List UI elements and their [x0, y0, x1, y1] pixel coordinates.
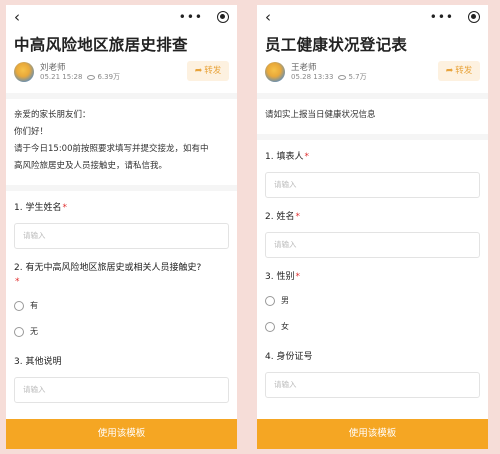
author-info: 王老师 05.28 13:33 5.7万 ➦ 转发 [257, 61, 488, 93]
back-icon[interactable]: ‹ [265, 9, 271, 25]
radio-circle[interactable] [14, 327, 24, 337]
other-notes-input[interactable]: 请输入 [14, 377, 229, 403]
question-label: 1. 填表人 [265, 152, 304, 162]
left-phone: ‹ ••• 中高风险地区旅居史排查 刘老师 05.21 15:28 6.39万 ➦… [6, 5, 237, 449]
close-target-icon[interactable] [217, 11, 229, 23]
name-input[interactable]: 请输入 [265, 232, 480, 258]
view-count: 5.7万 [348, 73, 367, 81]
reporter-input[interactable]: 请输入 [265, 172, 480, 198]
back-icon[interactable]: ‹ [14, 9, 20, 25]
question-other-notes: 3. 其他说明 请输入 [6, 355, 237, 403]
avatar [14, 62, 34, 82]
required-mark: * [304, 152, 309, 162]
right-phone: ‹ ••• 员工健康状况登记表 王老师 05.28 13:33 5.7万 ➦ 转发 … [257, 5, 488, 449]
radio-option-no[interactable]: 无 [6, 319, 237, 345]
question-label: 2. 姓名 [265, 212, 295, 222]
publish-date: 05.21 15:28 [40, 73, 83, 81]
share-label: 转发 [455, 66, 473, 76]
radio-circle[interactable] [265, 296, 275, 306]
required-mark: * [62, 203, 67, 213]
question-label: 1. 学生姓名 [14, 203, 62, 213]
avatar [265, 62, 285, 82]
intro-line: 亲爱的家长朋友们： [14, 110, 91, 120]
radio-circle[interactable] [14, 301, 24, 311]
share-label: 转发 [204, 66, 222, 76]
divider [257, 134, 488, 140]
question-reporter: 1. 填表人* 请输入 [257, 150, 488, 198]
student-name-input[interactable]: 请输入 [14, 223, 229, 249]
intro-line: 你们好！ [14, 127, 49, 137]
author-meta: 05.21 15:28 6.39万 [40, 72, 120, 82]
radio-option-yes[interactable]: 有 [6, 293, 237, 319]
intro-text: 亲爱的家长朋友们： 你们好！ 请于今日15:00前按照要求填写并提交接龙，如有中… [6, 99, 237, 185]
share-icon: ➦ [194, 66, 203, 76]
divider [6, 185, 237, 191]
question-label: 4. 身份证号 [265, 352, 313, 362]
share-button[interactable]: ➦ 转发 [438, 61, 480, 81]
top-bar: ‹ ••• [6, 5, 237, 31]
option-label: 有 [30, 301, 38, 310]
id-number-input[interactable]: 请输入 [265, 372, 480, 398]
question-label: 3. 其他说明 [14, 357, 62, 367]
page-title: 中高风险地区旅居史排查 [14, 36, 188, 54]
question-travel-history: 2. 有无中高风险地区旅居史或相关人员接触史? * [6, 261, 237, 289]
question-id-number: 4. 身份证号 请输入 [257, 350, 488, 398]
intro-line: 请于今日15:00前按照要求填写并提交接龙，如有中 [14, 144, 209, 154]
share-button[interactable]: ➦ 转发 [187, 61, 229, 81]
option-label: 男 [281, 296, 289, 305]
radio-option-female[interactable]: 女 [257, 314, 488, 340]
more-icon[interactable]: ••• [179, 10, 203, 24]
use-template-button[interactable]: 使用该模板 [257, 419, 488, 449]
question-label: 3. 性别 [265, 272, 295, 282]
eye-icon [338, 74, 347, 80]
page-title: 员工健康状况登记表 [265, 36, 408, 54]
required-mark: * [15, 277, 20, 287]
author-info: 刘老师 05.21 15:28 6.39万 ➦ 转发 [6, 61, 237, 93]
intro-line: 请如实上报当日健康状况信息 [265, 110, 376, 120]
intro-line: 高风险旅居史及人员接触史，请私信我。 [14, 161, 168, 171]
publish-date: 05.28 13:33 [291, 73, 334, 81]
eye-icon [87, 74, 96, 80]
radio-circle[interactable] [265, 322, 275, 332]
share-icon: ➦ [445, 66, 454, 76]
use-template-button[interactable]: 使用该模板 [6, 419, 237, 449]
question-label: 2. 有无中高风险地区旅居史或相关人员接触史? [14, 263, 202, 273]
question-name: 2. 姓名* 请输入 [257, 210, 488, 258]
question-gender: 3. 性别* [257, 270, 488, 284]
view-count: 6.39万 [97, 73, 121, 81]
option-label: 女 [281, 322, 289, 331]
required-mark: * [295, 272, 300, 282]
more-icon[interactable]: ••• [430, 10, 454, 24]
question-student-name: 1. 学生姓名* 请输入 [6, 201, 237, 249]
intro-text: 请如实上报当日健康状况信息 [257, 99, 488, 134]
required-mark: * [295, 212, 300, 222]
close-target-icon[interactable] [468, 11, 480, 23]
radio-option-male[interactable]: 男 [257, 288, 488, 314]
author-meta: 05.28 13:33 5.7万 [291, 72, 367, 82]
option-label: 无 [30, 327, 38, 336]
top-bar: ‹ ••• [257, 5, 488, 31]
